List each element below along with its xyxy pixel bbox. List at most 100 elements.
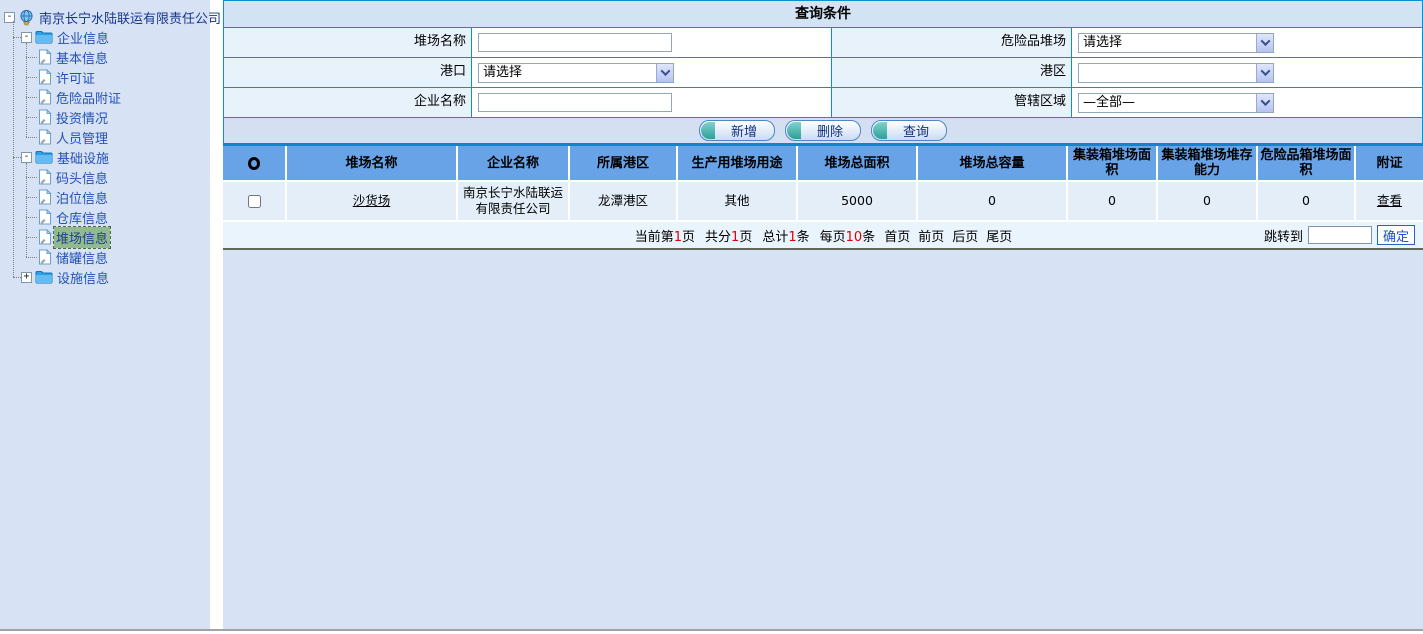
tree-item-label[interactable]: 仓库信息	[54, 207, 110, 228]
tree-item-label[interactable]: 设施信息	[55, 267, 111, 288]
tree-item-label[interactable]: 泊位信息	[54, 187, 110, 208]
tree-item-label[interactable]: 基本信息	[54, 47, 110, 68]
chevron-down-icon[interactable]	[1256, 94, 1273, 112]
jurisdiction-label: 管辖区域	[832, 88, 1072, 117]
delete-button[interactable]: 删除	[785, 120, 861, 141]
folder-icon	[35, 150, 53, 164]
pagination-bar: 当前第1页 共分1页 总计1条 每页10条 首页 前页 后页 尾页 跳转到 确定	[223, 220, 1423, 248]
chevron-down-icon[interactable]	[656, 64, 673, 82]
first-page-link[interactable]: 首页	[884, 226, 910, 245]
document-icon	[38, 209, 52, 225]
tree-expander-facility-info[interactable]: +	[21, 272, 32, 283]
company-name-label: 企业名称	[224, 88, 472, 117]
globe-icon	[18, 9, 35, 26]
dangerous-yard-select[interactable]: 请选择	[1078, 33, 1274, 53]
tree-item-label[interactable]: 危险品附证	[54, 87, 123, 108]
jump-to-label: 跳转到	[1264, 226, 1303, 245]
button-accent	[701, 122, 715, 139]
tree-item-warehouse: 仓库信息	[4, 207, 210, 227]
confirm-button[interactable]: 确定	[1377, 225, 1415, 245]
col-header-cert: 附证	[1356, 146, 1423, 180]
tree-item-label[interactable]: 投资情况	[54, 107, 110, 128]
search-button[interactable]: 查询	[871, 120, 947, 141]
table-row: 沙货场 南京长宁水陆联运有限责任公司 龙潭港区 其他 5000 0 0 0 0 …	[223, 180, 1423, 220]
col-header-usage: 生产用堆场用途	[678, 146, 798, 180]
col-header-port-area: 所属港区	[570, 146, 678, 180]
tree-item-license: 许可证	[4, 67, 210, 87]
tree-root-row: - 南京长宁水陆联运有限责任公司	[4, 7, 210, 27]
prev-page-link[interactable]: 前页	[918, 226, 944, 245]
cell-company: 南京长宁水陆联运有限责任公司	[458, 182, 570, 220]
chevron-down-icon[interactable]	[1256, 34, 1273, 52]
add-button-label: 新增	[714, 121, 774, 140]
tree-expander-infrastructure[interactable]: -	[21, 152, 32, 163]
search-button-label: 查询	[886, 121, 946, 140]
cell-port-area: 龙潭港区	[570, 182, 678, 220]
select-all-header[interactable]	[223, 146, 287, 180]
tree-item-label-selected[interactable]: 堆场信息	[54, 227, 110, 248]
view-cert-link[interactable]: 查看	[1377, 193, 1402, 209]
document-icon	[38, 49, 52, 65]
content-filler	[223, 250, 1423, 629]
tree-group-infrastructure: - 基础设施	[4, 147, 210, 167]
yard-name-link[interactable]: 沙货场	[353, 193, 391, 209]
select-value: 请选择	[479, 64, 655, 82]
add-button[interactable]: 新增	[699, 120, 775, 141]
tree-item-label[interactable]: 许可证	[54, 67, 97, 88]
jurisdiction-select[interactable]: —全部—	[1078, 93, 1274, 113]
company-name-input[interactable]	[478, 93, 672, 112]
pagination-page-size: 每页10条	[820, 226, 876, 245]
tree-item-label[interactable]: 储罐信息	[54, 247, 110, 268]
row-checkbox[interactable]	[248, 195, 261, 208]
page-size-number: 10	[846, 230, 863, 245]
col-header-company: 企业名称	[458, 146, 570, 180]
button-accent	[873, 122, 887, 139]
yard-name-label: 堆场名称	[224, 28, 472, 57]
tree-item-label[interactable]: 人员管理	[54, 127, 110, 148]
toolbar: 新增 删除 查询	[223, 118, 1423, 143]
dangerous-yard-label: 危险品堆场	[832, 28, 1072, 57]
results-table: 堆场名称 企业名称 所属港区 生产用堆场用途 堆场总面积 堆场总容量 集装箱堆场…	[223, 146, 1423, 220]
tree-item-label[interactable]: 企业信息	[55, 27, 111, 48]
document-icon	[38, 129, 52, 145]
tree-item-label[interactable]: 基础设施	[55, 147, 111, 168]
select-all-icon[interactable]	[248, 157, 260, 170]
port-select[interactable]: 请选择	[478, 63, 674, 83]
delete-button-label: 删除	[800, 121, 860, 140]
col-header-total-capacity: 堆场总容量	[918, 146, 1068, 180]
document-icon	[38, 69, 52, 85]
tree-expander-company-info[interactable]: -	[21, 32, 32, 43]
tree-item-dangerous-cert: 危险品附证	[4, 87, 210, 107]
tree-root-label[interactable]: 南京长宁水陆联运有限责任公司	[37, 7, 223, 28]
col-header-container-area: 集装箱堆场面积	[1068, 146, 1158, 180]
port-label: 港口	[224, 58, 472, 87]
select-value: 请选择	[1079, 34, 1255, 52]
table-header-row: 堆场名称 企业名称 所属港区 生产用堆场用途 堆场总面积 堆场总容量 集装箱堆场…	[223, 146, 1423, 180]
cell-container-capacity: 0	[1158, 182, 1258, 220]
yard-name-input[interactable]	[478, 33, 672, 52]
cell-container-area: 0	[1068, 182, 1158, 220]
last-page-link[interactable]: 尾页	[986, 226, 1012, 245]
col-header-container-capacity: 集装箱堆场堆存能力	[1158, 146, 1258, 180]
jump-page-input[interactable]	[1308, 226, 1372, 244]
tree-item-tank: 储罐信息	[4, 247, 210, 267]
chevron-down-icon[interactable]	[1256, 64, 1273, 82]
tree-item-yard: 堆场信息	[4, 227, 210, 247]
query-form-title: 查询条件	[224, 1, 1422, 28]
cell-total-area: 5000	[798, 182, 918, 220]
folder-icon	[35, 30, 53, 44]
tree-item-personnel: 人员管理	[4, 127, 210, 147]
pagination-total-pages: 共分1页	[705, 226, 752, 245]
pagination-current: 当前第1页	[635, 226, 695, 245]
tree-item-wharf: 码头信息	[4, 167, 210, 187]
next-page-link[interactable]: 后页	[952, 226, 978, 245]
col-header-dg-area: 危险品箱堆场面积	[1258, 146, 1356, 180]
tree-item-label[interactable]: 码头信息	[54, 167, 110, 188]
folder-icon	[35, 270, 53, 284]
cell-total-capacity: 0	[918, 182, 1068, 220]
document-icon	[38, 249, 52, 265]
document-icon	[38, 109, 52, 125]
cell-usage: 其他	[678, 182, 798, 220]
sidebar-tree: - 南京长宁水陆联运有限责任公司 - 企业信息	[0, 0, 210, 629]
port-area-select[interactable]	[1078, 63, 1274, 83]
